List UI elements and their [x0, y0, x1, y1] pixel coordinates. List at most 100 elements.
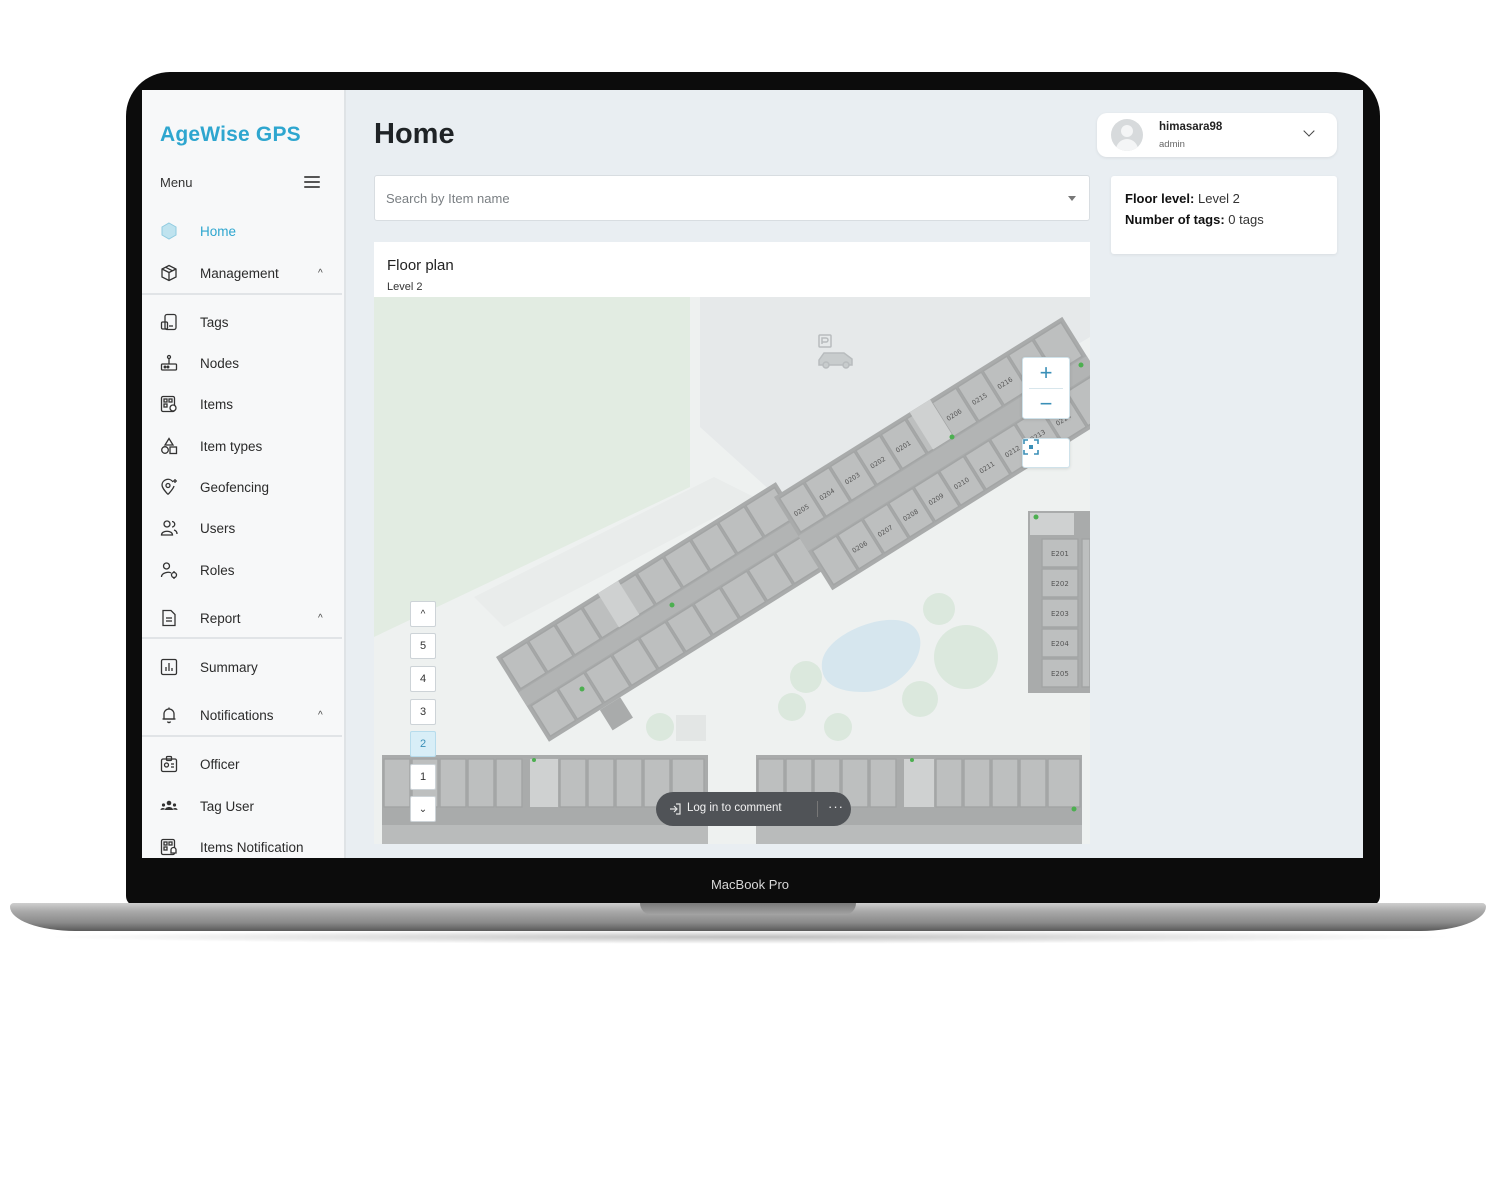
zoom-out-button[interactable]: − — [1023, 389, 1069, 419]
users-icon — [160, 519, 178, 537]
tag-count-label: Number of tags: — [1125, 212, 1225, 227]
sidebar-item-tags[interactable]: Tags — [142, 304, 342, 340]
floor-plan-map[interactable]: 0205 0204 0203 0202 0201 0206 0215 0216 … — [374, 297, 1090, 844]
sidebar-item-label: Officer — [200, 756, 240, 772]
search-input[interactable]: Search by Item name — [374, 175, 1090, 221]
floor-level-label: Floor level: — [1125, 191, 1195, 206]
fit-screen-icon — [1023, 439, 1039, 455]
floor-plan-drawing: 0205 0204 0203 0202 0201 0206 0215 0216 … — [374, 297, 1090, 844]
home-icon — [160, 222, 178, 240]
comment-bar: Log in to comment ··· — [656, 792, 851, 826]
sidebar-item-label: Report — [200, 610, 241, 626]
chevron-up-icon: ^ — [420, 608, 426, 620]
sidebar-item-label: Roles — [200, 562, 235, 578]
floor-plan-level: Level 2 — [387, 281, 423, 293]
floor-button-3[interactable]: 3 — [410, 699, 436, 725]
page-title: Home — [374, 118, 455, 150]
floor-plan-card: Floor plan Level 2 0205 0204 0203 0202 0… — [374, 242, 1090, 844]
roles-icon — [160, 561, 178, 579]
hamburger-icon[interactable] — [304, 176, 320, 188]
sidebar-item-nodes[interactable]: Nodes — [142, 345, 342, 381]
chevron-up-icon[interactable]: ^ — [318, 268, 323, 279]
section-divider — [142, 735, 342, 737]
room-label: E204 — [1051, 640, 1069, 648]
sidebar-item-items[interactable]: Items — [142, 386, 342, 422]
bell-icon — [160, 706, 178, 724]
geofence-icon — [160, 478, 178, 496]
tag-icon — [160, 313, 178, 331]
floor-plan-title: Floor plan — [387, 257, 454, 274]
brand-logo[interactable]: AgeWise GPS — [160, 123, 301, 147]
group-icon — [160, 797, 178, 815]
login-icon — [670, 803, 681, 815]
more-options-icon[interactable]: ··· — [828, 799, 844, 814]
chevron-up-icon[interactable]: ^ — [318, 710, 323, 721]
sidebar-item-roles[interactable]: Roles — [142, 552, 342, 588]
dropdown-caret-icon[interactable] — [1068, 196, 1076, 201]
device-label: MacBook Pro — [710, 877, 790, 892]
laptop-notch — [640, 903, 856, 915]
sidebar-item-users[interactable]: Users — [142, 510, 342, 546]
sidebar-item-notifications[interactable]: Notifications ^ — [142, 697, 342, 733]
node-icon — [160, 354, 178, 372]
sidebar-item-label: Items — [200, 396, 234, 412]
sidebar-item-summary[interactable]: Summary — [142, 649, 342, 685]
sidebar-item-label: Home — [200, 223, 237, 239]
floor-up-button[interactable]: ^ — [410, 601, 436, 627]
user-menu[interactable]: himasara98 admin — [1097, 113, 1337, 157]
sidebar-item-label: Item types — [200, 438, 263, 454]
sidebar: AgeWise GPS Menu Home Management ^ Tags … — [142, 90, 346, 858]
zoom-in-button[interactable]: + — [1023, 358, 1069, 388]
section-divider — [142, 293, 342, 295]
sidebar-item-item-types[interactable]: Item types — [142, 428, 342, 464]
app-screen: AgeWise GPS Menu Home Management ^ Tags … — [142, 90, 1363, 858]
tag-count-line: Number of tags: 0 tags — [1125, 212, 1264, 227]
room-label: E202 — [1051, 580, 1069, 588]
floor-down-button[interactable]: ⌄ — [410, 796, 436, 822]
user-name: himasara98 — [1159, 121, 1223, 133]
user-role: admin — [1159, 139, 1185, 150]
zoom-controls: + − — [1022, 357, 1070, 419]
login-to-comment-link[interactable]: Log in to comment — [687, 802, 782, 814]
sidebar-item-management[interactable]: Management ^ — [142, 255, 342, 291]
floor-button-5[interactable]: 5 — [410, 633, 436, 659]
chart-icon — [160, 658, 178, 676]
avatar — [1111, 119, 1143, 151]
menu-label: Menu — [160, 175, 193, 190]
items-notification-icon — [160, 838, 178, 856]
comment-divider — [817, 801, 818, 817]
section-divider — [142, 637, 342, 639]
sidebar-item-label: Geofencing — [200, 479, 270, 495]
floor-button-4[interactable]: 4 — [410, 666, 436, 692]
sidebar-item-label: Nodes — [200, 355, 240, 371]
badge-icon — [160, 755, 178, 773]
sidebar-item-officer[interactable]: Officer — [142, 746, 342, 782]
room-label: E203 — [1051, 610, 1069, 618]
building-wing-e: E201 E202 E203 E204 E205 — [1028, 511, 1090, 693]
laptop-shadow — [40, 930, 1460, 944]
shapes-icon — [160, 437, 178, 455]
sidebar-item-label: Summary — [200, 659, 258, 675]
chevron-up-icon[interactable]: ^ — [318, 613, 323, 624]
document-icon — [160, 609, 178, 627]
floor-button-1[interactable]: 1 — [410, 764, 436, 790]
sidebar-item-items-notification[interactable]: Items Notification — [142, 829, 342, 858]
room-label: E205 — [1051, 670, 1069, 678]
sidebar-item-label: Tags — [200, 314, 229, 330]
room-label: E201 — [1051, 550, 1069, 558]
floor-level-line: Floor level: Level 2 — [1125, 191, 1240, 206]
sidebar-item-report[interactable]: Report ^ — [142, 600, 342, 636]
sidebar-item-label: Items Notification — [200, 839, 304, 855]
search-placeholder: Search by Item name — [386, 191, 510, 206]
items-icon — [160, 395, 178, 413]
menu-header: Menu — [160, 174, 326, 194]
sidebar-item-tag-user[interactable]: Tag User — [142, 788, 342, 824]
sidebar-item-label: Notifications — [200, 707, 274, 723]
floor-info-card: Floor level: Level 2 Number of tags: 0 t… — [1111, 176, 1337, 254]
sidebar-item-home[interactable]: Home — [142, 213, 342, 249]
sidebar-item-geofencing[interactable]: Geofencing — [142, 469, 342, 505]
sidebar-item-label: Tag User — [200, 798, 255, 814]
fit-view-button[interactable] — [1022, 438, 1070, 468]
chevron-down-icon[interactable] — [1303, 125, 1315, 137]
floor-button-2[interactable]: 2 — [410, 731, 436, 757]
